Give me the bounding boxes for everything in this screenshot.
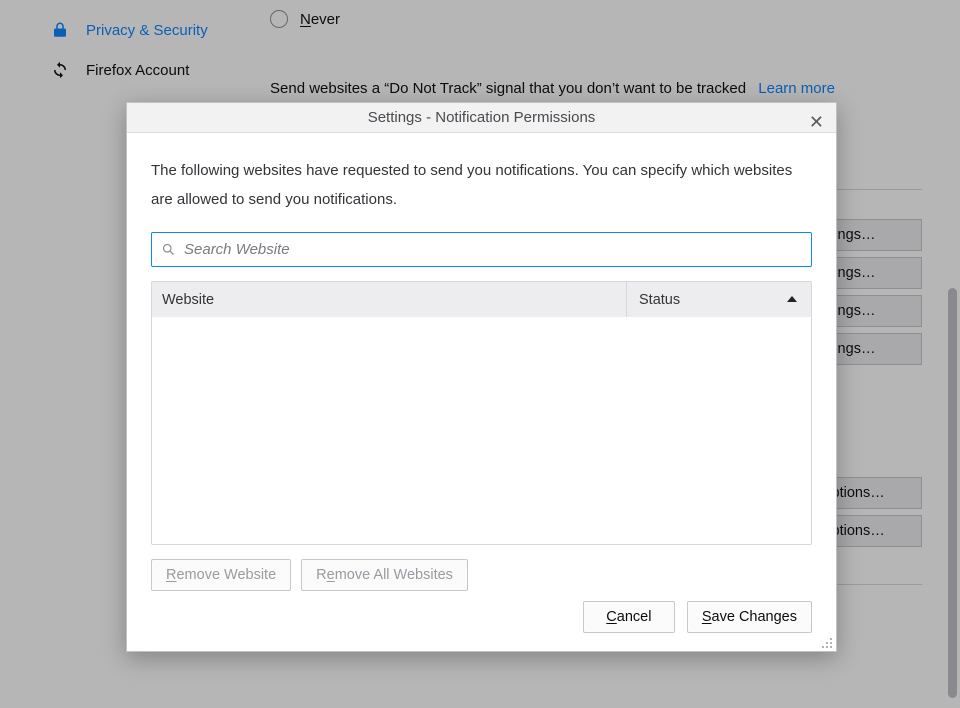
table-header: Website Status: [152, 282, 811, 317]
websites-table: Website Status: [151, 281, 812, 545]
column-status[interactable]: Status: [627, 282, 811, 317]
remove-all-websites-button[interactable]: Remove All Websites: [301, 559, 468, 591]
resize-grip-icon[interactable]: [821, 636, 833, 648]
dialog-title: Settings - Notification Permissions: [368, 109, 596, 126]
search-icon: [161, 242, 176, 257]
table-body: [152, 317, 811, 544]
column-website[interactable]: Website: [152, 282, 627, 317]
dialog-footer: Cancel Save Changes: [127, 601, 836, 651]
dialog-description: The following websites have requested to…: [151, 157, 812, 214]
remove-website-button[interactable]: Remove Website: [151, 559, 291, 591]
cancel-button[interactable]: Cancel: [583, 601, 675, 633]
search-website-field[interactable]: [151, 232, 812, 267]
search-input[interactable]: [182, 240, 811, 259]
close-icon[interactable]: ✕: [809, 113, 824, 131]
save-changes-button[interactable]: Save Changes: [687, 601, 812, 633]
table-actions: Remove Website Remove All Websites: [151, 559, 812, 591]
sort-asc-icon: [787, 296, 797, 302]
dialog-body: The following websites have requested to…: [127, 133, 836, 601]
notification-permissions-dialog: Settings - Notification Permissions ✕ Th…: [126, 102, 837, 652]
dialog-header: Settings - Notification Permissions ✕: [127, 103, 836, 133]
